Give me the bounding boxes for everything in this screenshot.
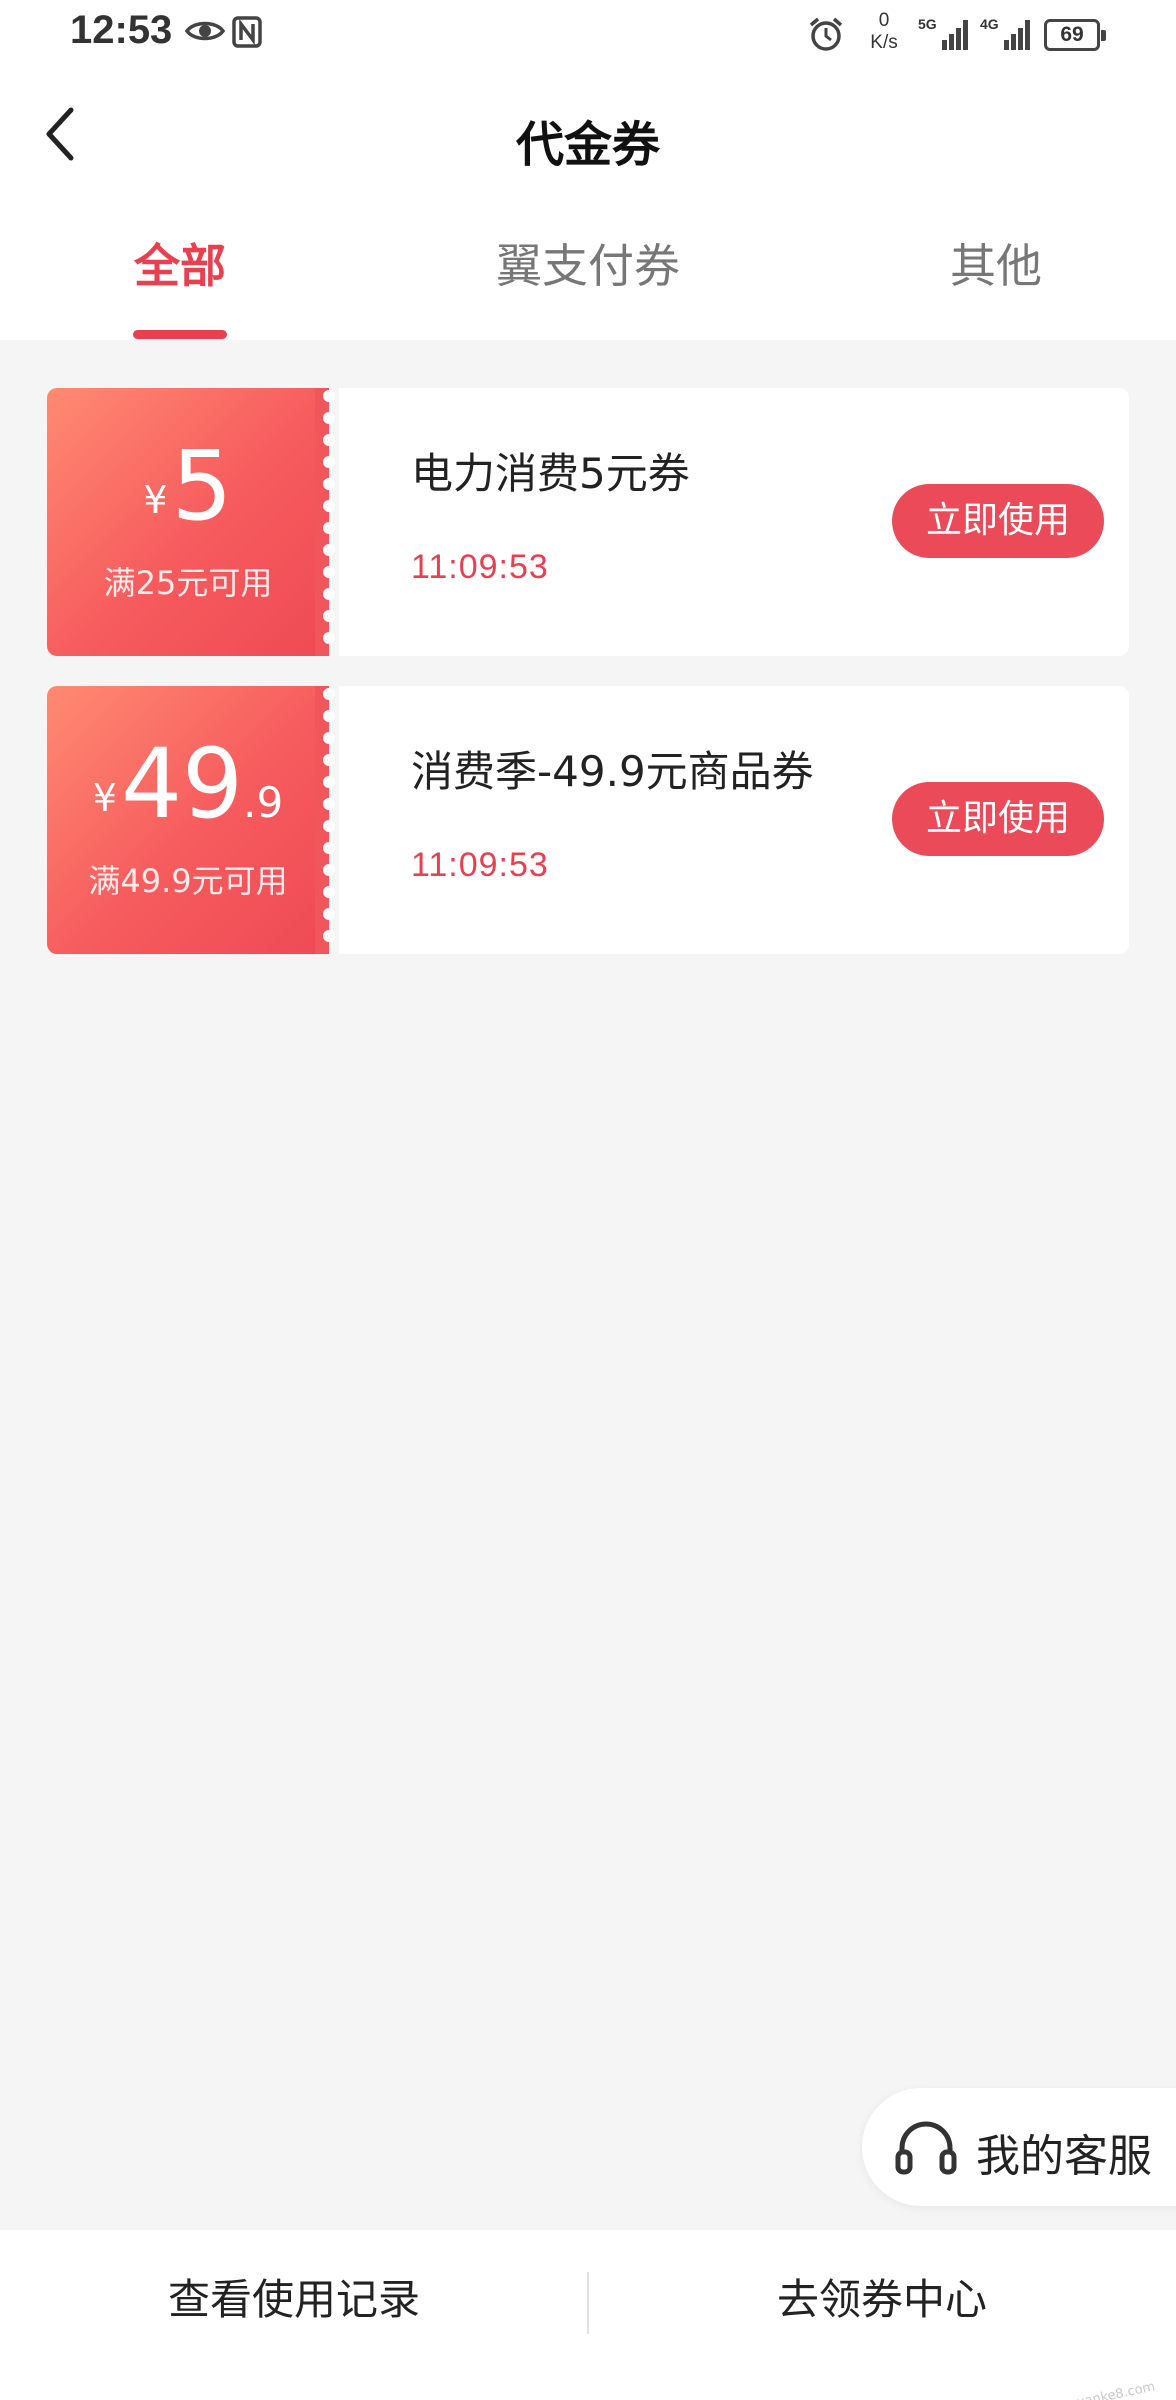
currency-symbol: ¥ — [143, 478, 168, 522]
nfc-icon — [232, 16, 262, 48]
coupon-condition: 满25元可用 — [103, 564, 273, 602]
coupon-info-panel: 消费季-49.9元商品券 11:09:53 立即使用 — [339, 686, 1129, 954]
tab-bestpay-coupons[interactable]: 翼支付券 — [458, 230, 718, 310]
coupon-name: 电力消费5元券 — [411, 449, 690, 498]
coupon-amount-integer: 49 — [120, 728, 244, 840]
coupon-amount: ¥49.9 — [47, 736, 329, 832]
coupon-time: 11:09:53 — [411, 846, 549, 884]
coupon-value-panel: ¥49.9 满49.9元可用 — [47, 686, 329, 954]
net-speed-value: 0 — [878, 10, 890, 31]
coupon-value-panel: ¥5 满25元可用 — [47, 388, 329, 656]
signal-bars-icon — [1004, 20, 1030, 50]
coupon-amount-decimal: .9 — [243, 778, 284, 827]
use-now-button[interactable]: 立即使用 — [892, 484, 1104, 558]
headset-icon — [895, 2121, 957, 2175]
eye-icon — [185, 21, 225, 41]
customer-service-label: 我的客服 — [976, 2131, 1152, 2182]
net-speed: 0 K/s — [862, 10, 906, 54]
use-now-button[interactable]: 立即使用 — [892, 782, 1104, 856]
net-speed-unit: K/s — [870, 32, 898, 53]
header: 代金券 — [0, 75, 1176, 200]
alarm-icon — [809, 17, 843, 51]
customer-service-button[interactable]: 我的客服 — [862, 2088, 1176, 2206]
coupon-card: ¥49.9 满49.9元可用 消费季-49.9元商品券 11:09:53 立即使… — [47, 686, 1129, 954]
signal-4g: 4G — [980, 16, 1036, 52]
status-bar: 12:53 0 K/s 5G 4G 69 — [0, 0, 1176, 75]
page-title: 代金券 — [515, 117, 660, 173]
coupon-name: 消费季-49.9元商品券 — [411, 747, 814, 796]
coupon-amount-integer: 5 — [171, 430, 233, 542]
coupon-time: 11:09:53 — [411, 548, 549, 586]
coupon-amount: ¥5 — [47, 438, 329, 534]
coupon-center-button[interactable]: 去领券中心 — [588, 2230, 1176, 2370]
bottom-bar: 查看使用记录 去领券中心 赚客吧，有我一起赚！ www.zuanke8.com — [0, 2230, 1176, 2400]
status-time: 12:53 — [70, 8, 173, 52]
coupon-card: ¥5 满25元可用 电力消费5元券 11:09:53 立即使用 — [47, 388, 1129, 656]
signal-bars-icon — [942, 20, 968, 50]
signal-5g: 5G — [918, 16, 974, 52]
currency-symbol: ¥ — [92, 776, 117, 820]
coupon-info-panel: 电力消费5元券 11:09:53 立即使用 — [339, 388, 1129, 656]
coupon-condition: 满49.9元可用 — [88, 862, 288, 900]
battery-indicator: 69 — [1044, 19, 1106, 51]
view-usage-records-button[interactable]: 查看使用记录 — [0, 2230, 588, 2370]
tab-all[interactable]: 全部 — [50, 230, 310, 310]
tab-other[interactable]: 其他 — [866, 230, 1126, 310]
active-tab-indicator — [133, 330, 227, 339]
watermark: 赚客吧，有我一起赚！ www.zuanke8.com — [902, 2375, 1156, 2400]
tab-bar: 全部 翼支付券 其他 — [0, 200, 1176, 340]
